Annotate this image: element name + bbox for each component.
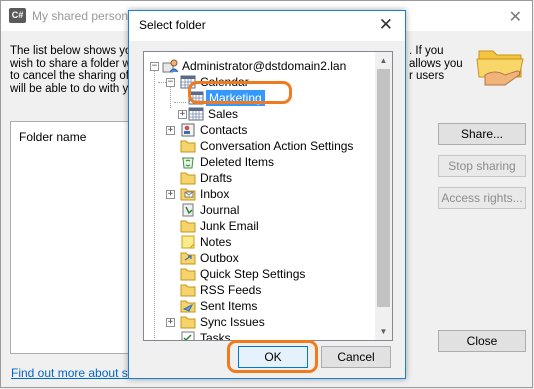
dialog-close-icon[interactable]: ✕ <box>379 15 393 35</box>
expand-icon[interactable]: + <box>166 318 175 327</box>
window-title: My shared persona <box>32 9 135 23</box>
tree-label: Inbox <box>200 187 230 201</box>
ok-button[interactable]: OK <box>238 346 308 368</box>
tree-label: Junk Email <box>200 219 259 233</box>
folder-icon <box>180 284 196 297</box>
description-line: . If you <box>409 45 444 57</box>
expand-icon[interactable]: + <box>178 110 187 119</box>
folder-icon <box>180 140 196 153</box>
tree-line <box>174 102 186 103</box>
calendar-icon <box>188 107 204 121</box>
tasks-icon <box>181 331 195 340</box>
description-line: wish to share a folder wit <box>10 57 130 70</box>
description-line: allows you <box>409 57 463 70</box>
window-close-icon[interactable]: ✕ <box>509 7 522 27</box>
column-header-folder-name[interactable]: Folder name <box>19 130 86 144</box>
scroll-thumb[interactable] <box>377 69 390 307</box>
tree-label: Sent Items <box>200 299 258 313</box>
mailbox-user-icon <box>162 59 178 73</box>
tree-label: Tasks <box>200 331 231 341</box>
scroll-down-arrow-icon[interactable]: ▼ <box>375 323 392 340</box>
tree-label: Sales <box>208 107 239 121</box>
find-out-more-link[interactable]: Find out more about sha <box>11 366 129 380</box>
dialog-title: Select folder <box>139 18 206 32</box>
tree-label: Outbox <box>200 251 239 265</box>
stop-sharing-button[interactable]: Stop sharing <box>438 155 526 177</box>
recycle-bin-icon <box>182 157 194 169</box>
tree-label: RSS Feeds <box>200 283 262 297</box>
description-text-right: . If you allows you r users <box>409 45 471 83</box>
journal-icon <box>182 203 194 217</box>
inbox-icon <box>180 188 196 201</box>
shared-folder-hand-icon <box>476 50 524 86</box>
description-line: r users <box>409 70 445 82</box>
tree-label: Contacts <box>200 123 248 137</box>
calendar-icon <box>180 75 196 89</box>
contacts-icon <box>181 123 195 137</box>
collapse-icon[interactable]: − <box>150 62 159 71</box>
folder-tree[interactable]: − Administrator@dstdomain2.lan − Calenda… <box>143 51 393 341</box>
tree-label: Journal <box>200 203 240 217</box>
notes-icon <box>181 235 195 249</box>
description-text: The list below shows you wish to share a… <box>10 45 130 95</box>
dialog-titlebar: Select folder ✕ <box>129 11 405 41</box>
tree-label: Administrator@dstdomain2.lan <box>182 59 347 73</box>
cancel-button[interactable]: Cancel <box>321 346 391 368</box>
folder-icon <box>180 172 196 185</box>
tree-label: Conversation Action Settings <box>200 139 354 153</box>
tree-label: Notes <box>200 235 232 249</box>
outbox-icon <box>180 252 196 265</box>
expand-icon[interactable]: + <box>166 190 175 199</box>
close-button[interactable]: Close <box>438 330 526 352</box>
folder-icon <box>180 316 196 329</box>
tree-label-selected: Marketing <box>206 90 265 106</box>
tree-label: Calendar <box>200 75 249 89</box>
description-line: to cancel the sharing of a <box>10 70 130 82</box>
share-button[interactable]: Share... <box>438 123 526 145</box>
tree-label: Quick Step Settings <box>200 267 306 281</box>
tree-label: Sync Issues <box>200 315 265 329</box>
select-folder-dialog: Select folder ✕ − Administrator@dstdomai… <box>128 10 406 379</box>
tree-label: Drafts <box>200 171 233 185</box>
sent-items-icon <box>180 300 196 313</box>
folder-icon <box>180 220 196 233</box>
collapse-icon[interactable]: − <box>166 78 175 87</box>
tree-vertical-scrollbar[interactable]: ▲ ▼ <box>375 52 392 340</box>
description-line: will be able to do with yo <box>10 82 130 95</box>
expand-icon[interactable]: + <box>166 126 175 135</box>
description-line: The list below shows you <box>10 45 130 57</box>
access-rights-button[interactable]: Access rights... <box>438 187 526 209</box>
tree-line <box>154 66 155 338</box>
app-icon: C# <box>9 8 26 23</box>
scroll-up-arrow-icon[interactable]: ▲ <box>375 52 392 69</box>
folder-icon <box>180 268 196 281</box>
calendar-icon <box>188 91 204 105</box>
tree-label: Deleted Items <box>200 155 275 169</box>
shared-folder-list[interactable]: Folder name <box>10 121 130 354</box>
